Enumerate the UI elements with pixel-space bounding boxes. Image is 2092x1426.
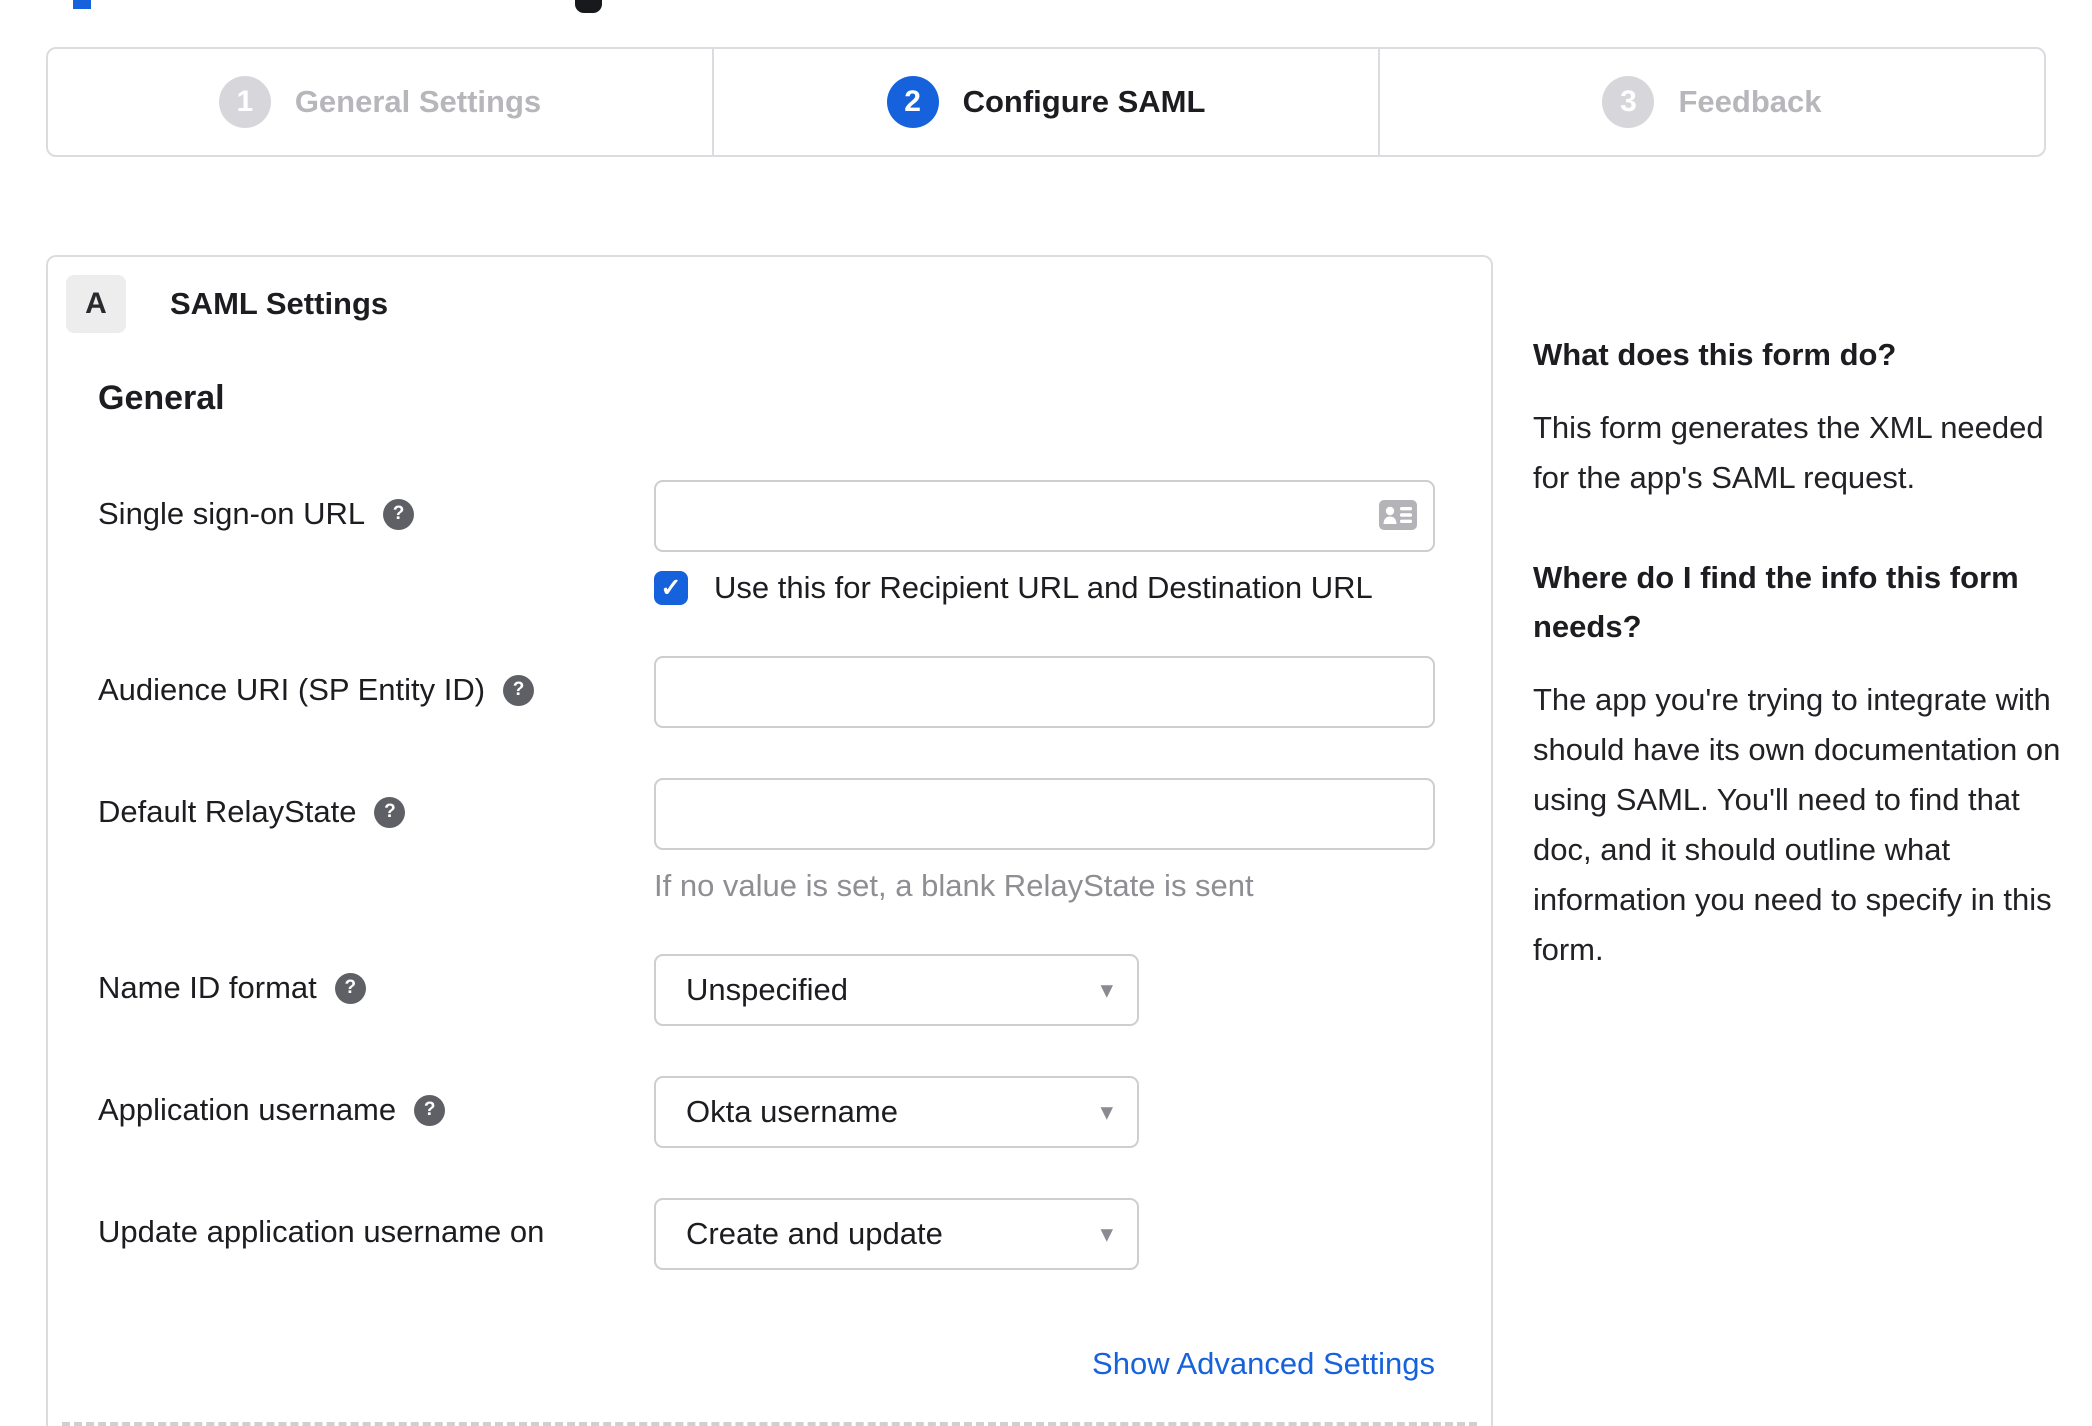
field-controls: ✓ Use this for Recipient URL and Destina… [654, 480, 1491, 606]
section-divider [62, 1422, 1477, 1426]
section-a-badge: A [66, 275, 126, 333]
field-controls [654, 656, 1491, 728]
help-icon[interactable]: ? [334, 972, 366, 1004]
help-icon[interactable]: ? [414, 1094, 446, 1126]
application-username-select[interactable]: Okta username ▾ [654, 1076, 1139, 1148]
field-row-name-id-format: Name ID format ? Unspecified ▾ [98, 954, 1491, 1026]
saml-settings-panel: A SAML Settings General Single sign-on U… [46, 255, 1493, 1426]
field-row-update-username-on: Update application username on Create an… [98, 1198, 1491, 1270]
panel-header: A SAML Settings [48, 257, 1491, 333]
caret-down-icon: ▾ [1100, 1098, 1113, 1126]
name-id-format-value: Unspecified [686, 972, 848, 1007]
field-label-group: Default RelayState ? [98, 778, 654, 830]
clipped-icon-fragment [575, 0, 602, 13]
step-1-badge: 1 [218, 76, 271, 128]
wizard-stepper: 1 General Settings 2 Configure SAML 3 Fe… [46, 47, 2046, 157]
single-sign-on-url-input[interactable] [654, 480, 1435, 552]
audience-uri-label: Audience URI (SP Entity ID) [98, 672, 486, 707]
field-row-default-relaystate: Default RelayState ? If no value is set,… [98, 778, 1491, 904]
single-sign-on-url-label: Single sign-on URL [98, 496, 366, 531]
checkmark-icon: ✓ [660, 573, 682, 602]
application-username-value: Okta username [686, 1094, 898, 1129]
caret-down-icon: ▾ [1100, 1220, 1113, 1248]
advanced-settings-row: Show Advanced Settings [98, 1346, 1435, 1382]
name-id-format-label: Name ID format [98, 970, 317, 1005]
help-sidebar: What does this form do? This form genera… [1533, 330, 2073, 1025]
field-controls: Unspecified ▾ [654, 954, 1491, 1026]
name-id-format-select[interactable]: Unspecified ▾ [654, 954, 1139, 1026]
sidebar-heading-what: What does this form do? [1533, 337, 1897, 372]
update-username-on-value: Create and update [686, 1216, 943, 1251]
update-username-on-label: Update application username on [98, 1214, 545, 1249]
step-configure-saml[interactable]: 2 Configure SAML [712, 49, 1378, 155]
show-advanced-settings-link[interactable]: Show Advanced Settings [1092, 1346, 1435, 1381]
step-general-settings[interactable]: 1 General Settings [48, 49, 712, 155]
panel-title: SAML Settings [170, 286, 389, 321]
step-2-label: Configure SAML [962, 84, 1206, 119]
help-icon[interactable]: ? [383, 498, 415, 530]
saml-form: Single sign-on URL ? ✓ Use this for Reci… [48, 480, 1491, 1382]
field-label-group: Name ID format ? [98, 954, 654, 1006]
contact-card-icon[interactable] [1379, 500, 1417, 535]
sidebar-body-what: This form generates the XML needed for t… [1533, 410, 2044, 495]
field-label-group: Single sign-on URL ? [98, 480, 654, 532]
step-3-badge: 3 [1602, 76, 1655, 128]
default-relaystate-input[interactable] [654, 778, 1435, 850]
field-controls: Create and update ▾ [654, 1198, 1491, 1270]
recipient-url-check-row: ✓ Use this for Recipient URL and Destina… [654, 570, 1491, 606]
field-label-group: Audience URI (SP Entity ID) ? [98, 656, 654, 708]
field-row-application-username: Application username ? Okta username ▾ [98, 1076, 1491, 1148]
sidebar-body-where: The app you're trying to integrate with … [1533, 682, 2061, 967]
default-relaystate-label: Default RelayState [98, 794, 357, 829]
update-username-on-select[interactable]: Create and update ▾ [654, 1198, 1139, 1270]
help-icon[interactable]: ? [503, 674, 535, 706]
field-row-single-sign-on-url: Single sign-on URL ? ✓ Use this for Reci… [98, 480, 1491, 606]
use-for-recipient-checkbox[interactable]: ✓ [654, 571, 688, 605]
caret-down-icon: ▾ [1100, 976, 1113, 1004]
step-feedback[interactable]: 3 Feedback [1378, 49, 2044, 155]
field-label-group: Update application username on [98, 1198, 654, 1250]
relaystate-hint: If no value is set, a blank RelayState i… [654, 868, 1254, 903]
step-2-badge: 2 [886, 76, 939, 128]
recipient-checkbox-label: Use this for Recipient URL and Destinati… [714, 570, 1373, 605]
general-section-title: General [98, 379, 225, 417]
step-3-label: Feedback [1678, 84, 1822, 119]
field-row-audience-uri: Audience URI (SP Entity ID) ? [98, 656, 1491, 728]
clipped-title-fragment [73, 0, 91, 9]
sidebar-heading-where: Where do I find the info this form needs… [1533, 560, 2019, 644]
help-icon[interactable]: ? [374, 796, 406, 828]
audience-uri-input[interactable] [654, 656, 1435, 728]
field-controls: Okta username ▾ [654, 1076, 1491, 1148]
field-label-group: Application username ? [98, 1076, 654, 1128]
field-controls: If no value is set, a blank RelayState i… [654, 778, 1491, 904]
step-1-label: General Settings [294, 84, 542, 119]
application-username-label: Application username [98, 1092, 397, 1127]
